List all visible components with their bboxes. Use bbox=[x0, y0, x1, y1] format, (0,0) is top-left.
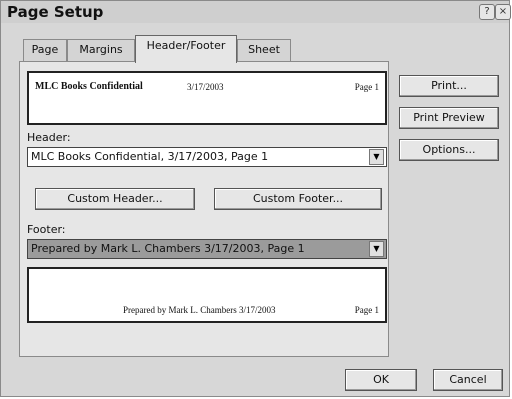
footer-dropdown-value: Prepared by Mark L. Chambers 3/17/2003, … bbox=[31, 242, 305, 255]
page-setup-dialog: Page Setup ? × Page Margins Header/Foote… bbox=[0, 0, 511, 397]
footer-preview-right: Page 1 bbox=[354, 305, 379, 315]
footer-preview-center: Prepared by Mark L. Chambers 3/17/2003 bbox=[123, 305, 276, 315]
header-preview-left: MLC Books Confidential bbox=[35, 81, 143, 92]
tab-header-footer[interactable]: Header/Footer bbox=[135, 35, 237, 63]
header-label: Header: bbox=[27, 131, 71, 144]
chevron-down-icon[interactable]: ▼ bbox=[369, 241, 384, 257]
title-bar: Page Setup ? × bbox=[1, 1, 511, 23]
tab-sheet[interactable]: Sheet bbox=[237, 39, 291, 61]
close-icon[interactable]: × bbox=[495, 4, 511, 20]
custom-footer-button[interactable]: Custom Footer... bbox=[214, 188, 382, 210]
ok-button[interactable]: OK bbox=[345, 369, 417, 391]
footer-label: Footer: bbox=[27, 223, 66, 236]
header-preview-date: 3/17/2003 bbox=[187, 82, 224, 92]
tab-page[interactable]: Page bbox=[23, 39, 67, 61]
print-preview-button[interactable]: Print Preview bbox=[399, 107, 499, 129]
chevron-down-icon[interactable]: ▼ bbox=[369, 149, 384, 165]
print-button[interactable]: Print... bbox=[399, 75, 499, 97]
header-dropdown[interactable]: MLC Books Confidential, 3/17/2003, Page … bbox=[27, 147, 387, 167]
footer-preview: Prepared by Mark L. Chambers 3/17/2003 P… bbox=[27, 267, 387, 323]
header-preview-right: Page 1 bbox=[354, 82, 379, 92]
options-button[interactable]: Options... bbox=[399, 139, 499, 161]
header-dropdown-value: MLC Books Confidential, 3/17/2003, Page … bbox=[31, 150, 269, 163]
footer-dropdown[interactable]: Prepared by Mark L. Chambers 3/17/2003, … bbox=[27, 239, 387, 259]
tab-margins[interactable]: Margins bbox=[67, 39, 135, 61]
help-icon[interactable]: ? bbox=[479, 4, 495, 20]
header-preview: MLC Books Confidential 3/17/2003 Page 1 bbox=[27, 71, 387, 125]
custom-header-button[interactable]: Custom Header... bbox=[35, 188, 195, 210]
dialog-title: Page Setup bbox=[7, 3, 104, 21]
cancel-button[interactable]: Cancel bbox=[433, 369, 503, 391]
